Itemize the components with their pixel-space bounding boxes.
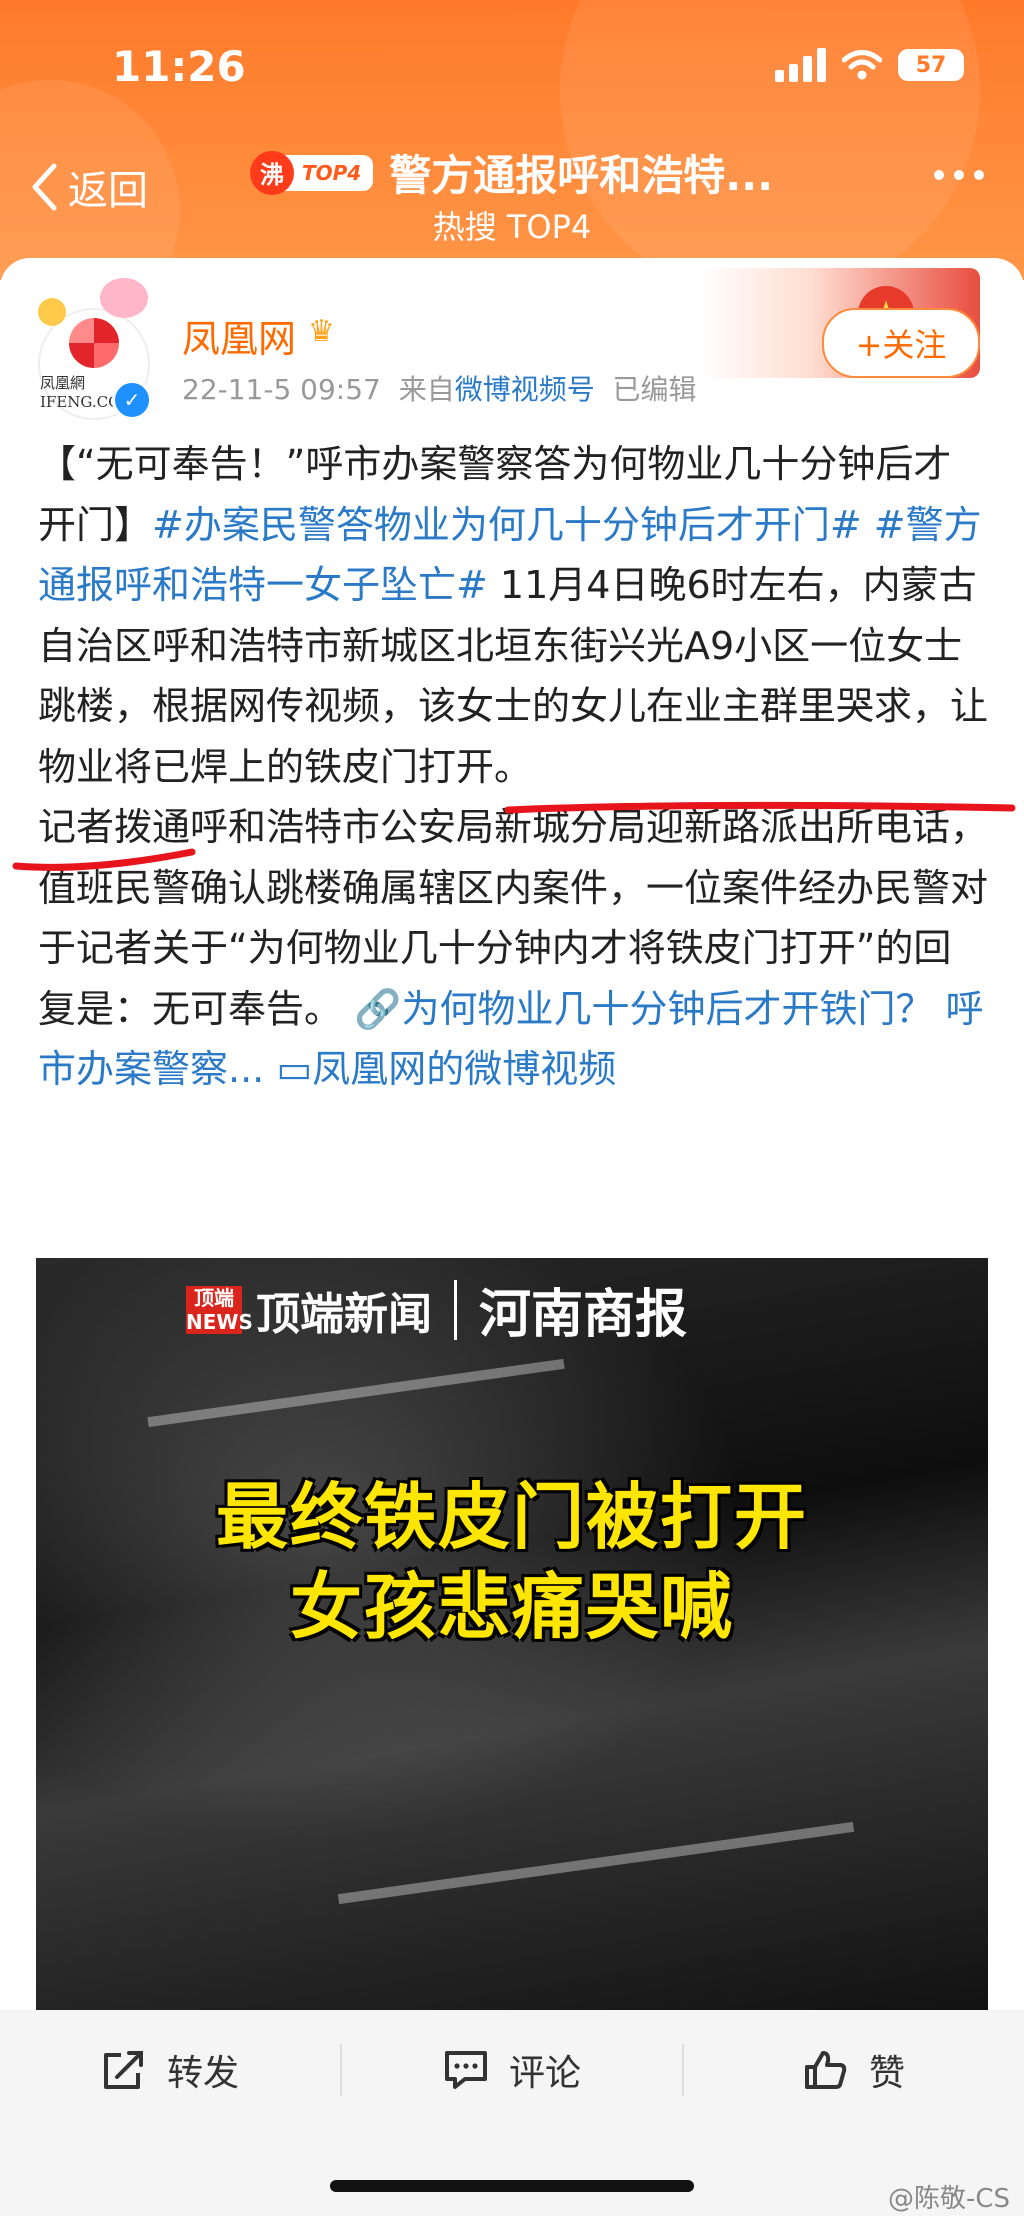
vip-badge-icon: ♛ xyxy=(308,314,335,349)
more-dot-icon xyxy=(954,170,964,180)
battery-icon: 57 xyxy=(898,49,964,81)
video-logo-text: 顶端新闻 xyxy=(256,1288,432,1340)
edited-label: 已编辑 xyxy=(612,373,697,406)
video-logo-text: 河南商报 xyxy=(479,1284,688,1345)
author-name[interactable]: 凤凰网 xyxy=(182,308,296,363)
hot-badge-rank: TOP4 xyxy=(284,154,374,191)
like-button[interactable]: 赞 xyxy=(684,2040,1024,2100)
home-indicator[interactable] xyxy=(330,2180,694,2192)
status-time: 11:26 xyxy=(112,42,246,91)
thumbs-up-icon xyxy=(804,2051,847,2089)
status-icons: 57 xyxy=(775,48,964,82)
video-logo-divider xyxy=(454,1279,457,1340)
hashtag-link[interactable]: #办案民警答物业为何几十分钟后才开门# xyxy=(152,503,862,547)
post-meta: 22-11-5 09:57 来自微博视频号 已编辑 xyxy=(182,368,697,408)
video-player[interactable]: 顶端 NEWS 顶端新闻 河南商报 最终铁皮门被打开 女孩悲痛哭喊 xyxy=(36,1258,988,2018)
more-dot-icon xyxy=(974,170,984,180)
comment-label: 评论 xyxy=(508,2053,581,2094)
source-link[interactable]: 微博视频号 xyxy=(455,373,595,406)
post-date: 22-11-5 09:57 xyxy=(182,373,381,406)
more-button[interactable] xyxy=(934,170,984,180)
like-label: 赞 xyxy=(868,2053,905,2094)
link-icon: 🔗 xyxy=(354,986,402,1031)
repost-button[interactable]: 转发 xyxy=(0,2040,340,2100)
video-caption: 女孩悲痛哭喊 xyxy=(289,1565,734,1649)
action-toolbar: 转发 评论 赞 xyxy=(0,2010,1024,2130)
post-card: ★ 凤凰網 IFENG.COM ✓ 凤凰网 ♛ 22-11-5 09:57 来自… xyxy=(0,258,1024,2018)
video-link-label: 凤凰网的微博视频 xyxy=(312,1047,617,1091)
bottom-safe-area xyxy=(0,2130,1024,2216)
video-logo-badge: 顶端 NEWS xyxy=(186,1285,253,1334)
watermark: @陈敬-CS xyxy=(887,2184,1010,2214)
hot-badge: 沸 TOP4 xyxy=(250,150,374,195)
verified-icon: ✓ xyxy=(112,380,152,420)
page-title: 警方通报呼和浩特... xyxy=(389,151,774,200)
repost-label: 转发 xyxy=(166,2053,239,2094)
signal-icon xyxy=(775,48,826,82)
comment-button[interactable]: 评论 xyxy=(342,2040,682,2100)
video-icon: ▭ xyxy=(276,1047,313,1091)
video-link[interactable]: ▭凤凰网的微博视频 xyxy=(276,1047,616,1091)
pig-decoration-icon xyxy=(100,278,148,318)
post-body: 【“无可奉告！”呼市办案警察答为何物业几十分钟后才开门】#办案民警答物业为何几十… xyxy=(38,434,988,1100)
comment-icon xyxy=(444,2051,487,2089)
source-prefix: 来自 xyxy=(398,373,455,406)
hot-badge-char: 沸 xyxy=(250,150,294,195)
page-subtitle: 热搜 TOP4 xyxy=(432,208,592,246)
follow-button[interactable]: +关注 xyxy=(822,308,980,378)
top-header: 11:26 57 返回 沸 TOP4 警方通报呼和浩特... 热搜 TOP4 xyxy=(0,0,1024,280)
share-icon xyxy=(103,2051,143,2089)
ifeng-logo-icon xyxy=(69,317,119,368)
video-logos: 顶端 NEWS 顶端新闻 河南商报 xyxy=(186,1272,687,1347)
heart-decoration-icon xyxy=(38,298,66,326)
wifi-icon xyxy=(842,50,882,80)
page-title-area: 沸 TOP4 警方通报呼和浩特... xyxy=(250,142,773,203)
more-dot-icon xyxy=(934,170,944,180)
